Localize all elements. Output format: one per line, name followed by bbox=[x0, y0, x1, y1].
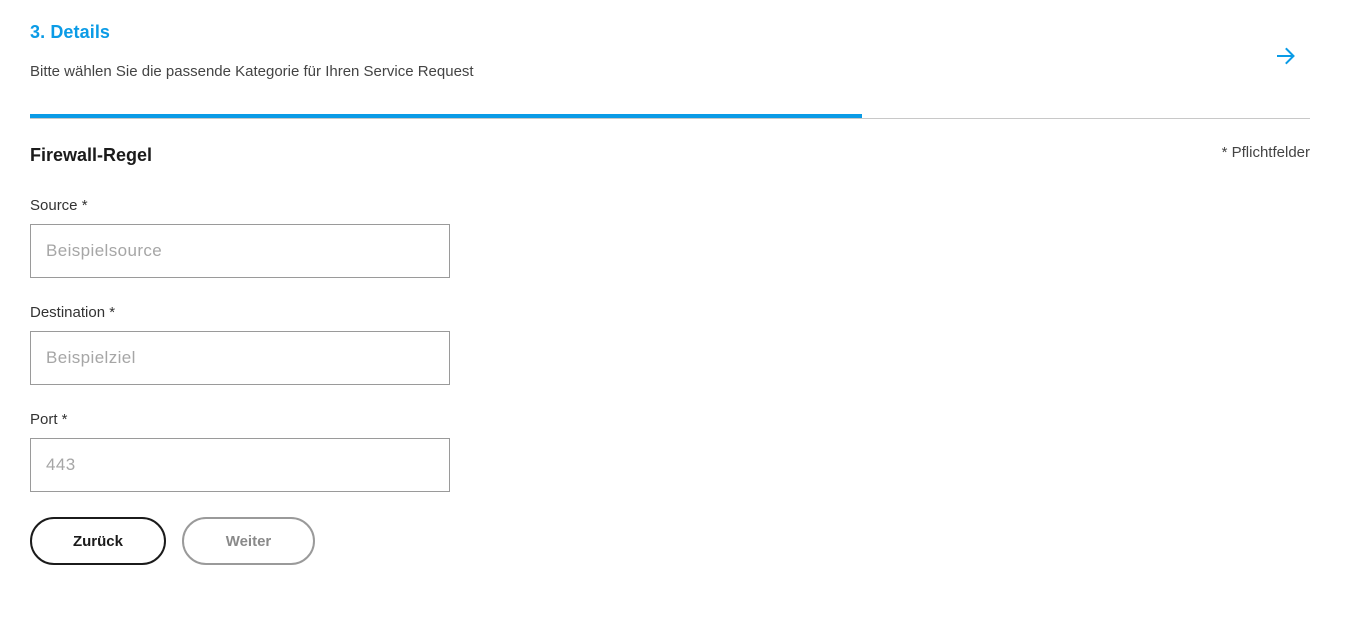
destination-label: Destination * bbox=[30, 304, 116, 321]
progress-track bbox=[30, 118, 1310, 119]
step-subtitle: Bitte wählen Sie die passende Kategorie … bbox=[30, 63, 474, 80]
next-button[interactable]: Weiter bbox=[182, 517, 315, 565]
progress-bar bbox=[30, 114, 862, 118]
port-input[interactable] bbox=[30, 438, 450, 492]
step-title: 3. Details bbox=[30, 22, 111, 42]
section-title: Firewall-Regel bbox=[30, 145, 153, 165]
back-button[interactable]: Zurück bbox=[30, 517, 166, 565]
source-input[interactable] bbox=[30, 224, 450, 278]
arrow-right-icon[interactable] bbox=[1274, 44, 1298, 68]
destination-input[interactable] bbox=[30, 331, 450, 385]
port-label: Port * bbox=[30, 411, 68, 428]
service-request-step-page: 3. Details Bitte wählen Sie die passende… bbox=[0, 0, 1349, 629]
source-label: Source * bbox=[30, 197, 88, 214]
required-fields-note: * Pflichtfelder bbox=[1221, 144, 1310, 161]
